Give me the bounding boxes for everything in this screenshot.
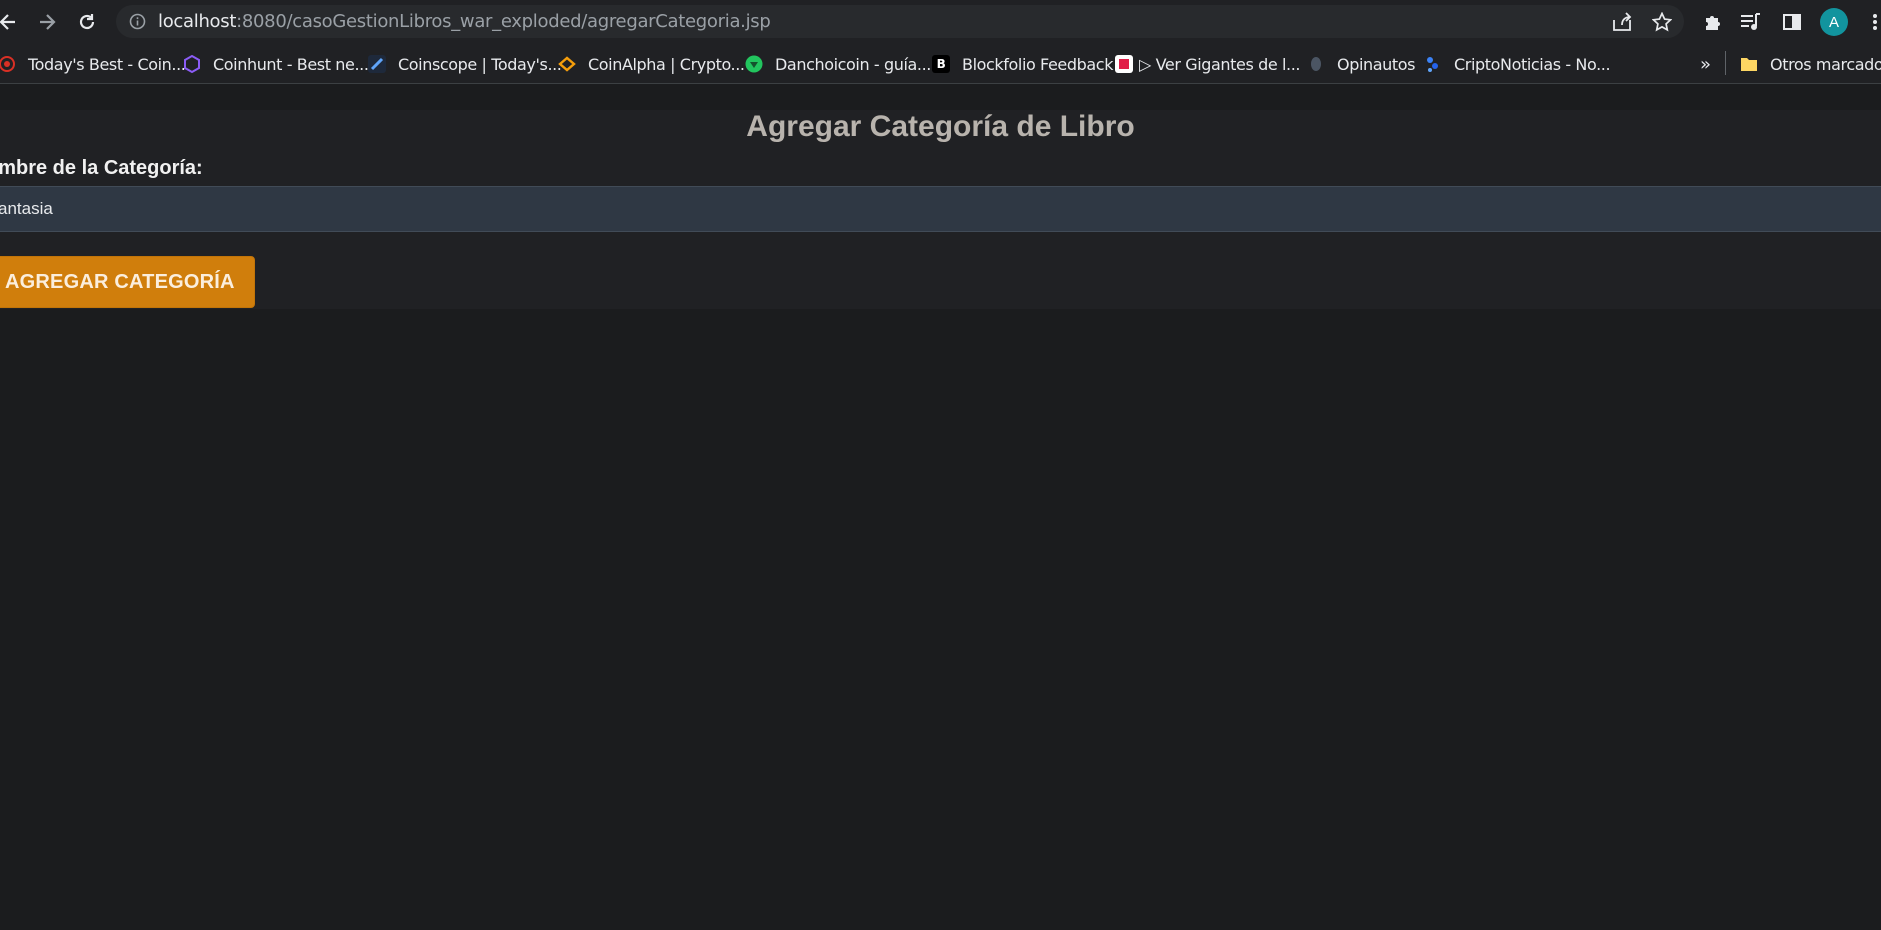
browser-toolbar: localhost:8080/casoGestionLibros_war_exp… xyxy=(0,0,1881,44)
share-icon[interactable] xyxy=(1611,12,1633,32)
overflow-chevron-label: » xyxy=(1700,53,1711,75)
address-bar[interactable]: localhost:8080/casoGestionLibros_war_exp… xyxy=(116,5,1684,38)
bookmark-label: Today's Best - Coin... xyxy=(28,54,186,74)
bookmark-label: Blockfolio Feedback xyxy=(962,54,1114,74)
bookmark-item[interactable]: Coinscope | Today's... xyxy=(368,51,562,77)
category-name-input[interactable]: antasia xyxy=(0,186,1881,232)
bookmark-item[interactable]: CriptoNoticias - No... xyxy=(1424,51,1611,77)
green-circle-icon xyxy=(745,55,763,73)
add-category-button[interactable]: AGREGAR CATEGORÍA xyxy=(0,256,255,308)
bookmarks-separator xyxy=(1725,51,1726,75)
bookmark-label: Coinscope | Today's... xyxy=(398,54,562,74)
extensions-puzzle-icon[interactable] xyxy=(1699,8,1727,36)
bookmark-label: Danchoicoin - guía... xyxy=(775,54,931,74)
gigantes-icon xyxy=(1115,55,1133,73)
reload-button[interactable] xyxy=(73,8,101,36)
page-title: Agregar Categoría de Libro xyxy=(746,110,1135,143)
bookmark-item[interactable]: Danchoicoin - guía... xyxy=(745,51,931,77)
kebab-menu-icon[interactable] xyxy=(1861,8,1881,36)
opinautos-icon xyxy=(1307,55,1325,73)
category-name-label: ombre de la Categoría: xyxy=(0,157,203,179)
star-icon[interactable] xyxy=(1652,12,1672,32)
reload-icon xyxy=(79,14,95,30)
bookmark-item[interactable]: ▷ Ver Gigantes de l... xyxy=(1115,51,1300,77)
bookmark-label: CoinAlpha | Crypto... xyxy=(588,54,745,74)
side-panel-icon[interactable] xyxy=(1778,8,1806,36)
back-button[interactable] xyxy=(0,8,22,36)
b-letter-icon: B xyxy=(932,55,950,73)
media-playlist-icon[interactable] xyxy=(1737,8,1765,36)
bookmark-item[interactable]: Today's Best - Coin... xyxy=(0,51,186,77)
coinscope-icon xyxy=(368,55,386,73)
criptonoticias-icon xyxy=(1424,55,1442,73)
other-bookmarks-folder[interactable]: Otros marcadores xyxy=(1740,51,1881,77)
bookmarks-bar: Today's Best - Coin... Coinhunt - Best n… xyxy=(0,44,1881,84)
url-text[interactable]: localhost:8080/casoGestionLibros_war_exp… xyxy=(158,12,771,32)
forward-arrow-icon xyxy=(40,14,56,30)
profile-avatar[interactable]: A xyxy=(1820,8,1848,36)
red-gear-icon xyxy=(0,55,16,73)
back-arrow-icon xyxy=(0,14,15,30)
bookmark-item[interactable]: Coinhunt - Best ne... xyxy=(183,51,369,77)
bookmark-label: Opinautos xyxy=(1337,54,1416,74)
url-host: localhost xyxy=(158,11,237,32)
url-path: :8080/casoGestionLibros_war_exploded/agr… xyxy=(236,11,771,32)
bookmark-item[interactable]: Opinautos xyxy=(1307,51,1415,77)
bookmark-item[interactable]: B Blockfolio Feedback xyxy=(932,51,1113,77)
bookmark-label: Otros marcadores xyxy=(1770,54,1881,74)
bookmark-label: ▷ Ver Gigantes de l... xyxy=(1139,54,1301,74)
bookmark-item[interactable]: CoinAlpha | Crypto... xyxy=(558,51,745,77)
forward-button[interactable] xyxy=(33,8,61,36)
bookmarks-overflow-button[interactable]: » xyxy=(1700,51,1711,77)
info-icon[interactable] xyxy=(129,13,146,30)
bookmark-label: Coinhunt - Best ne... xyxy=(213,54,369,74)
folder-icon xyxy=(1740,55,1758,73)
coinalpha-icon xyxy=(558,55,576,73)
purple-hexagon-icon xyxy=(183,55,201,73)
bookmark-label: CriptoNoticias - No... xyxy=(1454,54,1611,74)
